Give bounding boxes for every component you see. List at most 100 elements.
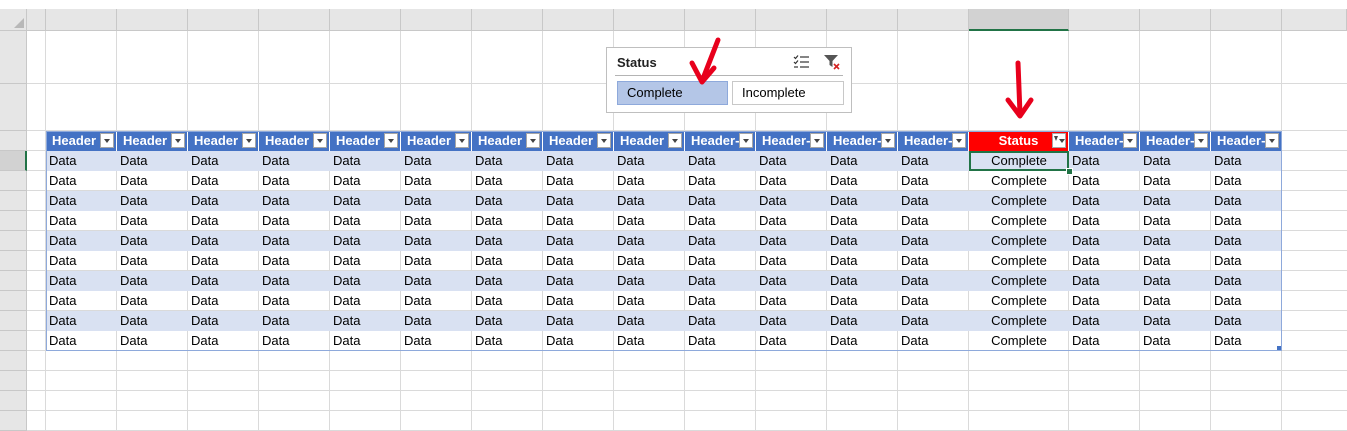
data-cell[interactable]: Data: [614, 231, 685, 251]
data-cell[interactable]: Data: [1211, 231, 1282, 251]
data-cell[interactable]: Data: [898, 191, 969, 211]
data-cell[interactable]: Data: [117, 251, 188, 271]
data-cell[interactable]: Data: [46, 171, 117, 191]
data-cell[interactable]: Data: [898, 291, 969, 311]
row-header-2[interactable]: [0, 84, 27, 131]
data-cell[interactable]: Data: [543, 251, 614, 271]
data-cell[interactable]: Data: [401, 151, 472, 171]
data-cell[interactable]: Data: [685, 251, 756, 271]
data-cell[interactable]: Data: [614, 151, 685, 171]
data-cell[interactable]: Data: [330, 171, 401, 191]
status-cell[interactable]: Complete: [969, 191, 1069, 211]
filter-dropdown-button[interactable]: [100, 133, 114, 148]
data-cell[interactable]: Data: [1069, 231, 1140, 251]
row-header-19[interactable]: [0, 351, 27, 371]
row-header-4[interactable]: [0, 151, 27, 171]
column-header-m[interactable]: [827, 9, 898, 31]
data-cell[interactable]: Data: [898, 151, 969, 171]
column-header-d[interactable]: [188, 9, 259, 31]
data-cell[interactable]: Data: [401, 311, 472, 331]
data-cell[interactable]: Data: [756, 291, 827, 311]
data-cell[interactable]: Data: [472, 171, 543, 191]
column-header-s[interactable]: [1282, 9, 1347, 31]
data-cell[interactable]: Data: [259, 331, 330, 351]
data-cell[interactable]: Data: [827, 251, 898, 271]
data-cell[interactable]: Data: [827, 291, 898, 311]
column-header-a[interactable]: [27, 9, 46, 31]
column-header-j[interactable]: [614, 9, 685, 31]
data-cell[interactable]: Data: [330, 291, 401, 311]
data-cell[interactable]: Data: [1211, 311, 1282, 331]
data-cell[interactable]: Data: [1140, 191, 1211, 211]
data-cell[interactable]: Data: [1211, 211, 1282, 231]
data-cell[interactable]: Data: [827, 151, 898, 171]
filter-dropdown-button[interactable]: [171, 133, 185, 148]
data-cell[interactable]: Data: [330, 311, 401, 331]
data-cell[interactable]: Data: [117, 191, 188, 211]
data-cell[interactable]: Data: [1140, 251, 1211, 271]
data-cell[interactable]: Data: [1211, 191, 1282, 211]
data-cell[interactable]: Data: [1069, 331, 1140, 351]
filter-dropdown-button[interactable]: [810, 133, 824, 148]
data-cell[interactable]: Data: [472, 311, 543, 331]
data-cell[interactable]: Data: [1211, 271, 1282, 291]
data-cell[interactable]: Data: [898, 231, 969, 251]
data-cell[interactable]: Data: [472, 271, 543, 291]
column-header-l[interactable]: [756, 9, 827, 31]
data-cell[interactable]: Data: [117, 331, 188, 351]
data-cell[interactable]: Data: [614, 251, 685, 271]
data-cell[interactable]: Data: [259, 211, 330, 231]
row-header-14[interactable]: [0, 271, 27, 291]
data-cell[interactable]: Data: [543, 311, 614, 331]
data-cell[interactable]: Data: [259, 171, 330, 191]
data-cell[interactable]: Data: [46, 331, 117, 351]
status-slicer[interactable]: Status Complete Incomplete: [606, 47, 852, 113]
table-column-header[interactable]: Header-: [685, 131, 756, 151]
filter-dropdown-button[interactable]: [1265, 133, 1279, 148]
table-column-header[interactable]: Header: [472, 131, 543, 151]
data-cell[interactable]: Data: [117, 271, 188, 291]
data-cell[interactable]: Data: [330, 331, 401, 351]
data-cell[interactable]: Data: [827, 271, 898, 291]
status-column-header[interactable]: Status: [969, 131, 1069, 151]
data-cell[interactable]: Data: [827, 231, 898, 251]
data-cell[interactable]: Data: [117, 291, 188, 311]
data-cell[interactable]: Data: [330, 191, 401, 211]
filter-dropdown-button[interactable]: [881, 133, 895, 148]
data-cell[interactable]: Data: [827, 331, 898, 351]
data-cell[interactable]: Data: [827, 171, 898, 191]
table-resize-handle[interactable]: [1277, 346, 1281, 350]
data-cell[interactable]: Data: [1069, 151, 1140, 171]
data-cell[interactable]: Data: [756, 271, 827, 291]
data-cell[interactable]: Data: [1140, 231, 1211, 251]
data-cell[interactable]: Data: [543, 271, 614, 291]
filter-dropdown-button[interactable]: [952, 133, 966, 148]
status-cell[interactable]: Complete: [969, 231, 1069, 251]
filter-dropdown-button[interactable]: [242, 133, 256, 148]
data-cell[interactable]: Data: [46, 211, 117, 231]
filter-dropdown-button[interactable]: [384, 133, 398, 148]
data-cell[interactable]: Data: [898, 171, 969, 191]
data-cell[interactable]: Data: [46, 251, 117, 271]
data-cell[interactable]: Data: [1140, 211, 1211, 231]
data-cell[interactable]: Data: [117, 231, 188, 251]
data-cell[interactable]: Data: [259, 271, 330, 291]
data-cell[interactable]: Data: [685, 271, 756, 291]
data-cell[interactable]: Data: [1069, 271, 1140, 291]
data-cell[interactable]: Data: [614, 271, 685, 291]
data-cell[interactable]: Data: [543, 191, 614, 211]
data-cell[interactable]: Data: [259, 251, 330, 271]
data-cell[interactable]: Data: [117, 151, 188, 171]
data-cell[interactable]: Data: [259, 311, 330, 331]
data-cell[interactable]: Data: [472, 291, 543, 311]
data-cell[interactable]: Data: [188, 231, 259, 251]
data-cell[interactable]: Data: [543, 331, 614, 351]
data-cell[interactable]: Data: [259, 191, 330, 211]
column-header-n[interactable]: [898, 9, 969, 31]
data-cell[interactable]: Data: [898, 251, 969, 271]
row-header-9[interactable]: [0, 211, 27, 231]
table-column-header[interactable]: Header-: [756, 131, 827, 151]
select-all-corner[interactable]: [0, 9, 27, 31]
data-cell[interactable]: Data: [188, 151, 259, 171]
status-cell[interactable]: Complete: [969, 291, 1069, 311]
